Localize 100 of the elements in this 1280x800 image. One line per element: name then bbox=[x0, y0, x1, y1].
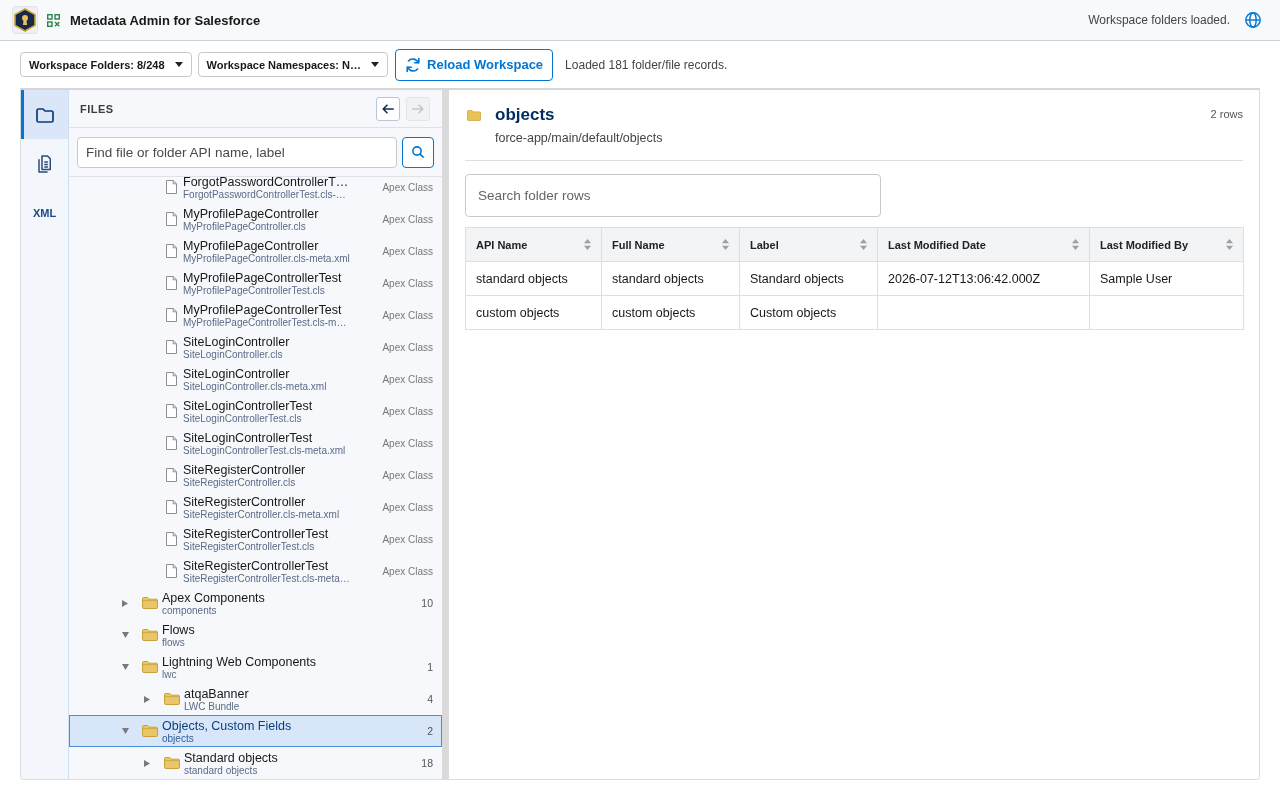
search-icon bbox=[412, 146, 424, 158]
item-subtitle: SiteLoginControllerTest.cls bbox=[183, 412, 302, 424]
search-field[interactable]: Find file or folder API name, label bbox=[77, 136, 397, 168]
item-subtitle: MyProfilePageControllerTest.cls-m… bbox=[183, 316, 348, 328]
tree-item[interactable]: SiteLoginControllerTest SiteLoginControllerTest.cls-meta.xml Apex Class bbox=[69, 427, 442, 459]
item-name: SiteLoginControllerTest bbox=[183, 398, 314, 413]
column-header[interactable]: Last Modified Date bbox=[877, 227, 1090, 262]
tree-item[interactable]: Objects, Custom Fields objects 2 bbox=[69, 715, 442, 747]
dropdown-button[interactable]: Workspace Namespaces: N… bbox=[197, 52, 388, 77]
tree-item[interactable]: SiteLoginControllerTest SiteLoginControllerTest.cls Apex Class bbox=[69, 395, 442, 427]
tree-item[interactable]: Lightning Web Components lwc 1 bbox=[69, 651, 442, 683]
tree-item[interactable]: SiteLoginController SiteLoginController.cls-meta.xml Apex Class bbox=[69, 363, 442, 395]
file-icon bbox=[166, 180, 177, 194]
table-cell: Sample User bbox=[1089, 261, 1244, 296]
item-name: SiteRegisterController bbox=[183, 494, 307, 509]
file-icon bbox=[166, 212, 177, 226]
item-name: Apex Components bbox=[162, 590, 266, 605]
item-name: SiteLoginControllerTest bbox=[183, 430, 314, 445]
file-icon bbox=[166, 436, 177, 450]
tree-item[interactable]: Flows flows bbox=[69, 619, 442, 651]
column-header[interactable]: Full Name bbox=[601, 227, 740, 262]
search-button[interactable] bbox=[402, 136, 434, 168]
item-subtitle: lwc bbox=[162, 668, 177, 680]
file-icon bbox=[166, 372, 177, 386]
status-message: Loaded 181 folder/file records. bbox=[565, 57, 728, 72]
item-type: Apex Class bbox=[382, 501, 433, 513]
item-type: Apex Class bbox=[382, 341, 433, 353]
tree-item[interactable]: atqaBanner LWC Bundle 4 bbox=[69, 683, 442, 715]
column-header[interactable]: Last Modified By bbox=[1089, 227, 1244, 262]
folder-icon bbox=[164, 693, 180, 705]
item-name: MyProfilePageController bbox=[183, 206, 320, 221]
caret-right-icon[interactable] bbox=[144, 759, 150, 767]
caret-down-icon[interactable] bbox=[121, 664, 129, 670]
reload-button[interactable]: Reload Workspace bbox=[395, 48, 554, 81]
panel-title: FILES bbox=[80, 102, 114, 115]
tree-item[interactable]: MyProfilePageControllerTest MyProfilePageControllerTest.cls Apex Class bbox=[69, 267, 442, 299]
tree-item[interactable]: ForgotPasswordControllerT… ForgotPasswordControllerTest.cls-… Apex Class bbox=[69, 177, 442, 203]
item-name: Standard objects bbox=[184, 750, 279, 765]
caret-down-icon[interactable] bbox=[121, 728, 129, 734]
item-type: Apex Class bbox=[382, 469, 433, 481]
caret-right-icon[interactable] bbox=[122, 599, 128, 607]
file-icon bbox=[166, 500, 177, 514]
item-subtitle: MyProfilePageControllerTest.cls bbox=[183, 284, 325, 296]
item-name: SiteRegisterControllerTest bbox=[183, 526, 330, 541]
item-type: Apex Class bbox=[382, 437, 433, 449]
tree-item[interactable]: MyProfilePageController MyProfilePageController.cls-meta.xml Apex Class bbox=[69, 235, 442, 267]
item-subtitle: MyProfilePageController.cls-meta.xml bbox=[183, 252, 351, 264]
item-type: Apex Class bbox=[382, 373, 433, 385]
item-name: Lightning Web Components bbox=[162, 654, 318, 669]
tree-item[interactable]: SiteRegisterController SiteRegisterController.cls-meta.xml Apex Class bbox=[69, 491, 442, 523]
table-cell: custom objects bbox=[601, 295, 740, 330]
search-field[interactable]: Search folder rows bbox=[465, 174, 881, 217]
file-icon bbox=[166, 532, 177, 546]
item-name: SiteRegisterControllerTest bbox=[183, 558, 330, 573]
table-cell: Custom objects bbox=[739, 295, 878, 330]
tree-item[interactable]: MyProfilePageControllerTest MyProfilePageControllerTest.cls-m… Apex Class bbox=[69, 299, 442, 331]
table-cell: standard objects bbox=[465, 261, 602, 296]
tree-item[interactable]: SiteLoginController SiteLoginController.cls Apex Class bbox=[69, 331, 442, 363]
tree-item[interactable]: SiteRegisterControllerTest SiteRegisterControllerTest.cls-meta… Apex Class bbox=[69, 555, 442, 587]
caret-right-icon[interactable] bbox=[144, 695, 150, 703]
item-subtitle: objects bbox=[162, 732, 194, 744]
item-name: atqaBanner bbox=[184, 686, 250, 701]
row-count: 2 rows bbox=[1210, 108, 1243, 120]
back-button[interactable] bbox=[376, 96, 400, 121]
item-subtitle: MyProfilePageController.cls bbox=[183, 220, 306, 232]
folder-icon bbox=[35, 106, 54, 123]
item-count: 2 bbox=[427, 725, 433, 737]
item-name: Objects, Custom Fields bbox=[162, 718, 293, 733]
caret-down-icon[interactable] bbox=[121, 632, 129, 638]
item-count: 1 bbox=[427, 661, 433, 673]
column-header[interactable]: API Name bbox=[465, 227, 602, 262]
tree-item[interactable]: MyProfilePageController MyProfilePageController.cls Apex Class bbox=[69, 203, 442, 235]
column-header[interactable]: Label bbox=[739, 227, 878, 262]
item-subtitle: SiteLoginControllerTest.cls-meta.xml bbox=[183, 444, 347, 456]
file-icon bbox=[166, 468, 177, 482]
item-type: Apex Class bbox=[382, 533, 433, 545]
item-type: Apex Class bbox=[382, 565, 433, 577]
item-count: 10 bbox=[421, 597, 433, 609]
tree-item[interactable]: SiteRegisterControllerTest SiteRegisterControllerTest.cls Apex Class bbox=[69, 523, 442, 555]
sort-icon bbox=[722, 239, 729, 250]
dropdown-button[interactable]: Workspace Folders: 8/248 bbox=[20, 52, 192, 77]
item-subtitle: SiteLoginController.cls bbox=[183, 348, 283, 360]
item-name: ForgotPasswordControllerT… bbox=[183, 177, 350, 189]
folder-icon bbox=[467, 110, 481, 121]
file-icon bbox=[166, 404, 177, 418]
rail-tab[interactable]: XML bbox=[21, 188, 68, 237]
sort-icon bbox=[1226, 239, 1233, 250]
file-icon bbox=[166, 244, 177, 258]
table-cell: 2026-07-12T13:06:42.000Z bbox=[877, 261, 1090, 296]
item-name: Flows bbox=[162, 622, 196, 637]
globe-icon[interactable] bbox=[1245, 12, 1261, 28]
tree-item[interactable]: Apex Components components 10 bbox=[69, 587, 442, 619]
item-subtitle: SiteRegisterController.cls bbox=[183, 476, 296, 488]
table-cell: Standard objects bbox=[739, 261, 878, 296]
item-name: MyProfilePageControllerTest bbox=[183, 302, 343, 317]
item-subtitle: SiteRegisterControllerTest.cls bbox=[183, 540, 315, 552]
tree-item[interactable]: SiteRegisterController SiteRegisterController.cls Apex Class bbox=[69, 459, 442, 491]
caret-down-icon bbox=[174, 62, 183, 67]
arrow-left-icon bbox=[382, 103, 394, 114]
tree-item[interactable]: Standard objects standard objects 18 bbox=[69, 747, 442, 779]
